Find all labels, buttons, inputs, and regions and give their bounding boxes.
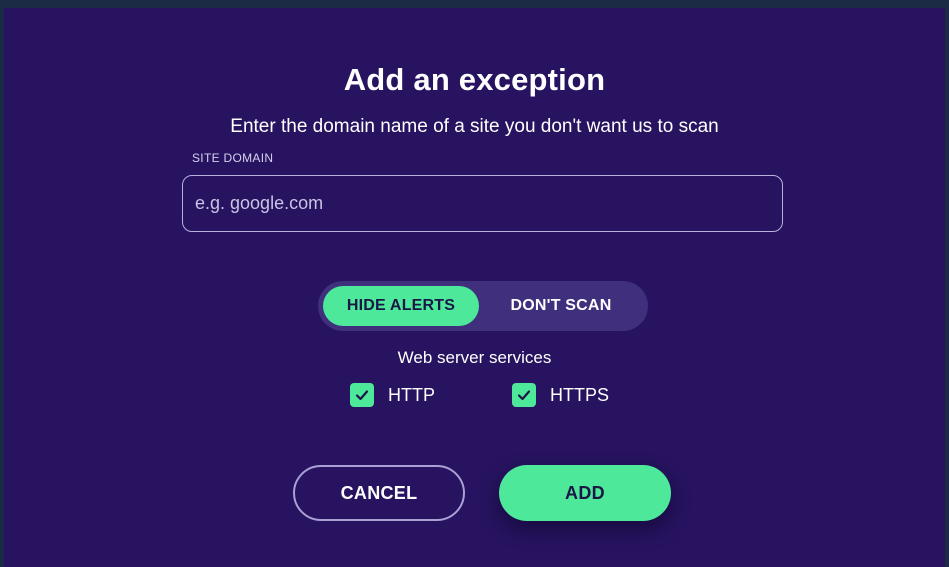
https-checkbox-row[interactable]: HTTPS	[512, 383, 609, 407]
https-label: HTTPS	[550, 384, 610, 405]
add-exception-dialog: Add an exception Enter the domain name o…	[4, 8, 945, 567]
add-button[interactable]: ADD	[499, 465, 671, 521]
http-checkbox[interactable]	[350, 383, 374, 407]
hide-alerts-option[interactable]: HIDE ALERTS	[323, 286, 479, 326]
cancel-button[interactable]: CANCEL	[293, 465, 465, 521]
check-icon	[355, 390, 369, 401]
https-checkbox[interactable]	[512, 383, 536, 407]
check-icon	[517, 390, 531, 401]
http-label: HTTP	[388, 384, 435, 405]
web-server-services-label: Web server services	[397, 348, 552, 367]
site-domain-input[interactable]	[182, 175, 783, 232]
http-checkbox-row[interactable]: HTTP	[350, 383, 435, 407]
mode-toggle: HIDE ALERTS DON'T SCAN	[318, 281, 648, 331]
dialog-subtitle: Enter the domain name of a site you don'…	[230, 116, 719, 137]
site-domain-label: SITE DOMAIN	[192, 151, 274, 165]
dialog-title: Add an exception	[343, 62, 606, 97]
dont-scan-option[interactable]: DON'T SCAN	[479, 286, 643, 326]
